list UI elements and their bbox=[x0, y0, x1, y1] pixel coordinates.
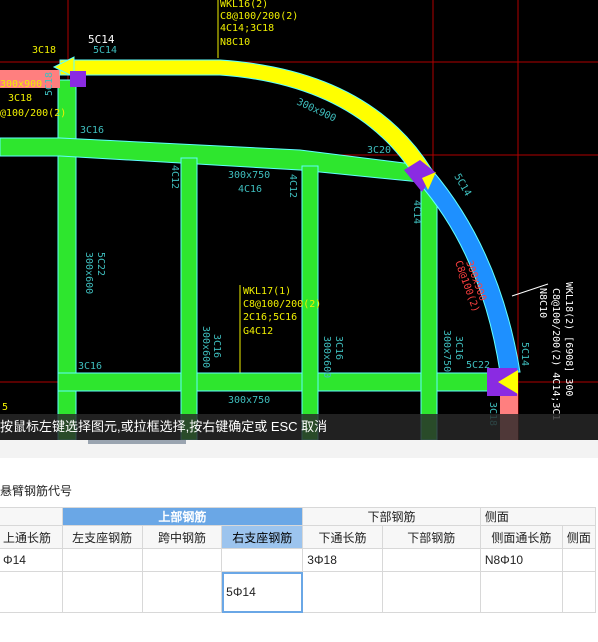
status-bar: 按鼠标左键选择图元,或拉框选择,按右键确定或 ESC 取消 bbox=[0, 414, 598, 440]
panel-title: 悬臂钢筋代号 bbox=[0, 484, 73, 498]
cell-bottom-rebar[interactable] bbox=[381, 548, 481, 572]
cell-bottom-continuous[interactable] bbox=[302, 571, 383, 613]
cad-drawing[interactable]: 3C18 5C14 5C14 WKL16(2) C8@100/200(2) 4C… bbox=[0, 0, 598, 440]
group-header-bottom-rebar: 下部钢筋 bbox=[302, 507, 481, 526]
table-row: Φ14 3Φ18 N8Φ10 bbox=[0, 548, 597, 572]
group-header-top-rebar: 上部钢筋 bbox=[61, 507, 304, 526]
column-header-left-support[interactable]: 左支座钢筋 bbox=[61, 525, 143, 549]
table-group-header-row: 上部钢筋 下部钢筋 侧面 bbox=[0, 507, 597, 526]
cad-label: 300x750 bbox=[441, 330, 452, 372]
cad-label: N8C10 bbox=[220, 37, 250, 48]
cad-label: 4C12 bbox=[169, 165, 180, 189]
cad-label: 300x600 bbox=[321, 336, 332, 378]
cad-label: 5C22 bbox=[95, 252, 106, 276]
cell-right-support[interactable] bbox=[221, 548, 304, 572]
cad-label: @100/200(2) bbox=[0, 108, 66, 119]
cell-right-support-selected[interactable]: 5Φ14 bbox=[221, 571, 304, 613]
column-header-right-support[interactable]: 右支座钢筋 bbox=[221, 525, 304, 549]
table-row: 5Φ14 bbox=[0, 571, 597, 613]
cell-mid-span[interactable] bbox=[141, 571, 223, 613]
cad-label: 4C16 bbox=[238, 184, 262, 195]
cell-mid-span[interactable] bbox=[141, 548, 223, 572]
column-header-mid-span[interactable]: 跨中钢筋 bbox=[141, 525, 223, 549]
cad-label: 5C18 bbox=[44, 72, 55, 96]
column-header-side-more[interactable]: 侧面 bbox=[561, 525, 597, 549]
cad-label: 3C16 bbox=[211, 334, 222, 358]
cad-label: G4C12 bbox=[243, 326, 273, 337]
cad-label: 2C16;5C16 bbox=[243, 312, 297, 323]
table-column-header-row: 上通长筋 左支座钢筋 跨中钢筋 右支座钢筋 下通长筋 下部钢筋 侧面通长筋 侧面 bbox=[0, 525, 597, 549]
column-header-bottom-continuous[interactable]: 下通长筋 bbox=[302, 525, 383, 549]
cad-label: 5C14 bbox=[451, 172, 473, 198]
panel-splitter[interactable] bbox=[0, 440, 598, 459]
green-beams[interactable] bbox=[0, 79, 499, 440]
cad-label: 300x600 bbox=[83, 252, 94, 294]
cad-label: C8@100/200(2) bbox=[220, 11, 298, 22]
cell-side-more[interactable] bbox=[561, 571, 597, 613]
cad-label: 5 bbox=[2, 402, 8, 413]
cad-label: 300x600 bbox=[200, 326, 211, 368]
cad-label: 4C12 bbox=[287, 174, 298, 198]
cad-label: 300x900 bbox=[0, 79, 42, 90]
cad-label: 300x750 bbox=[228, 170, 270, 181]
cad-label: 5C14 bbox=[519, 342, 530, 366]
column-header-side-continuous[interactable]: 侧面通长筋 bbox=[479, 525, 563, 549]
cad-label: 300x750 bbox=[228, 395, 270, 406]
cad-label: 3C16 bbox=[80, 125, 104, 136]
cad-label: 5C22 bbox=[466, 360, 490, 371]
cell-side-more[interactable] bbox=[561, 548, 597, 572]
cad-label: 3C16 bbox=[78, 361, 102, 372]
cad-label: 5C14 bbox=[93, 45, 117, 56]
cell-side-continuous[interactable]: N8Φ10 bbox=[479, 548, 563, 572]
cad-drawing-canvas[interactable]: 3C18 5C14 5C14 WKL16(2) C8@100/200(2) 4C… bbox=[0, 0, 598, 440]
leader-lines bbox=[217, 0, 241, 380]
group-header-empty bbox=[0, 507, 63, 526]
status-text: 按鼠标左键选择图元,或拉框选择,按右键确定或 ESC 取消 bbox=[0, 419, 328, 434]
property-panel: 悬臂钢筋代号 上部钢筋 下部钢筋 侧面 上通长筋 左支座钢筋 跨中钢筋 右支座钢… bbox=[0, 458, 598, 642]
rebar-table: 上部钢筋 下部钢筋 侧面 上通长筋 左支座钢筋 跨中钢筋 右支座钢筋 下通长筋 … bbox=[0, 507, 597, 613]
cad-label: 4C14 bbox=[411, 200, 422, 224]
splitter-handle[interactable] bbox=[88, 440, 186, 444]
column-header-top-continuous[interactable]: 上通长筋 bbox=[0, 525, 63, 549]
cell-top-continuous[interactable]: Φ14 bbox=[0, 548, 63, 572]
cad-label: C8@100/200(2) bbox=[243, 299, 321, 310]
cell-left-support[interactable] bbox=[61, 548, 143, 572]
cad-label: 3C18 bbox=[8, 93, 32, 104]
cad-label: C8@100/200(2) 4C14;3C1 bbox=[550, 288, 561, 420]
column-header-bottom-rebar[interactable]: 下部钢筋 bbox=[381, 525, 481, 549]
cell-bottom-rebar[interactable] bbox=[381, 571, 481, 613]
cad-label: 3C18 bbox=[32, 45, 56, 56]
cell-top-continuous[interactable] bbox=[0, 571, 63, 613]
cad-label: N8C10 bbox=[537, 288, 548, 318]
cell-side-continuous[interactable] bbox=[479, 571, 563, 613]
cad-label: WKL18(2) [6908] 300 bbox=[563, 282, 574, 396]
cell-bottom-continuous[interactable]: 3Φ18 bbox=[302, 548, 383, 572]
group-header-side-rebar: 侧面 bbox=[479, 507, 597, 526]
cad-label: WKL16(2) bbox=[220, 0, 268, 10]
cad-label: 4C14;3C18 bbox=[220, 23, 274, 34]
cell-left-support[interactable] bbox=[61, 571, 143, 613]
cad-label: 3C16 bbox=[453, 336, 464, 360]
cad-label: 3C20 bbox=[367, 145, 391, 156]
cad-label: WKL17(1) bbox=[243, 286, 291, 297]
cad-label: 3C16 bbox=[333, 336, 344, 360]
